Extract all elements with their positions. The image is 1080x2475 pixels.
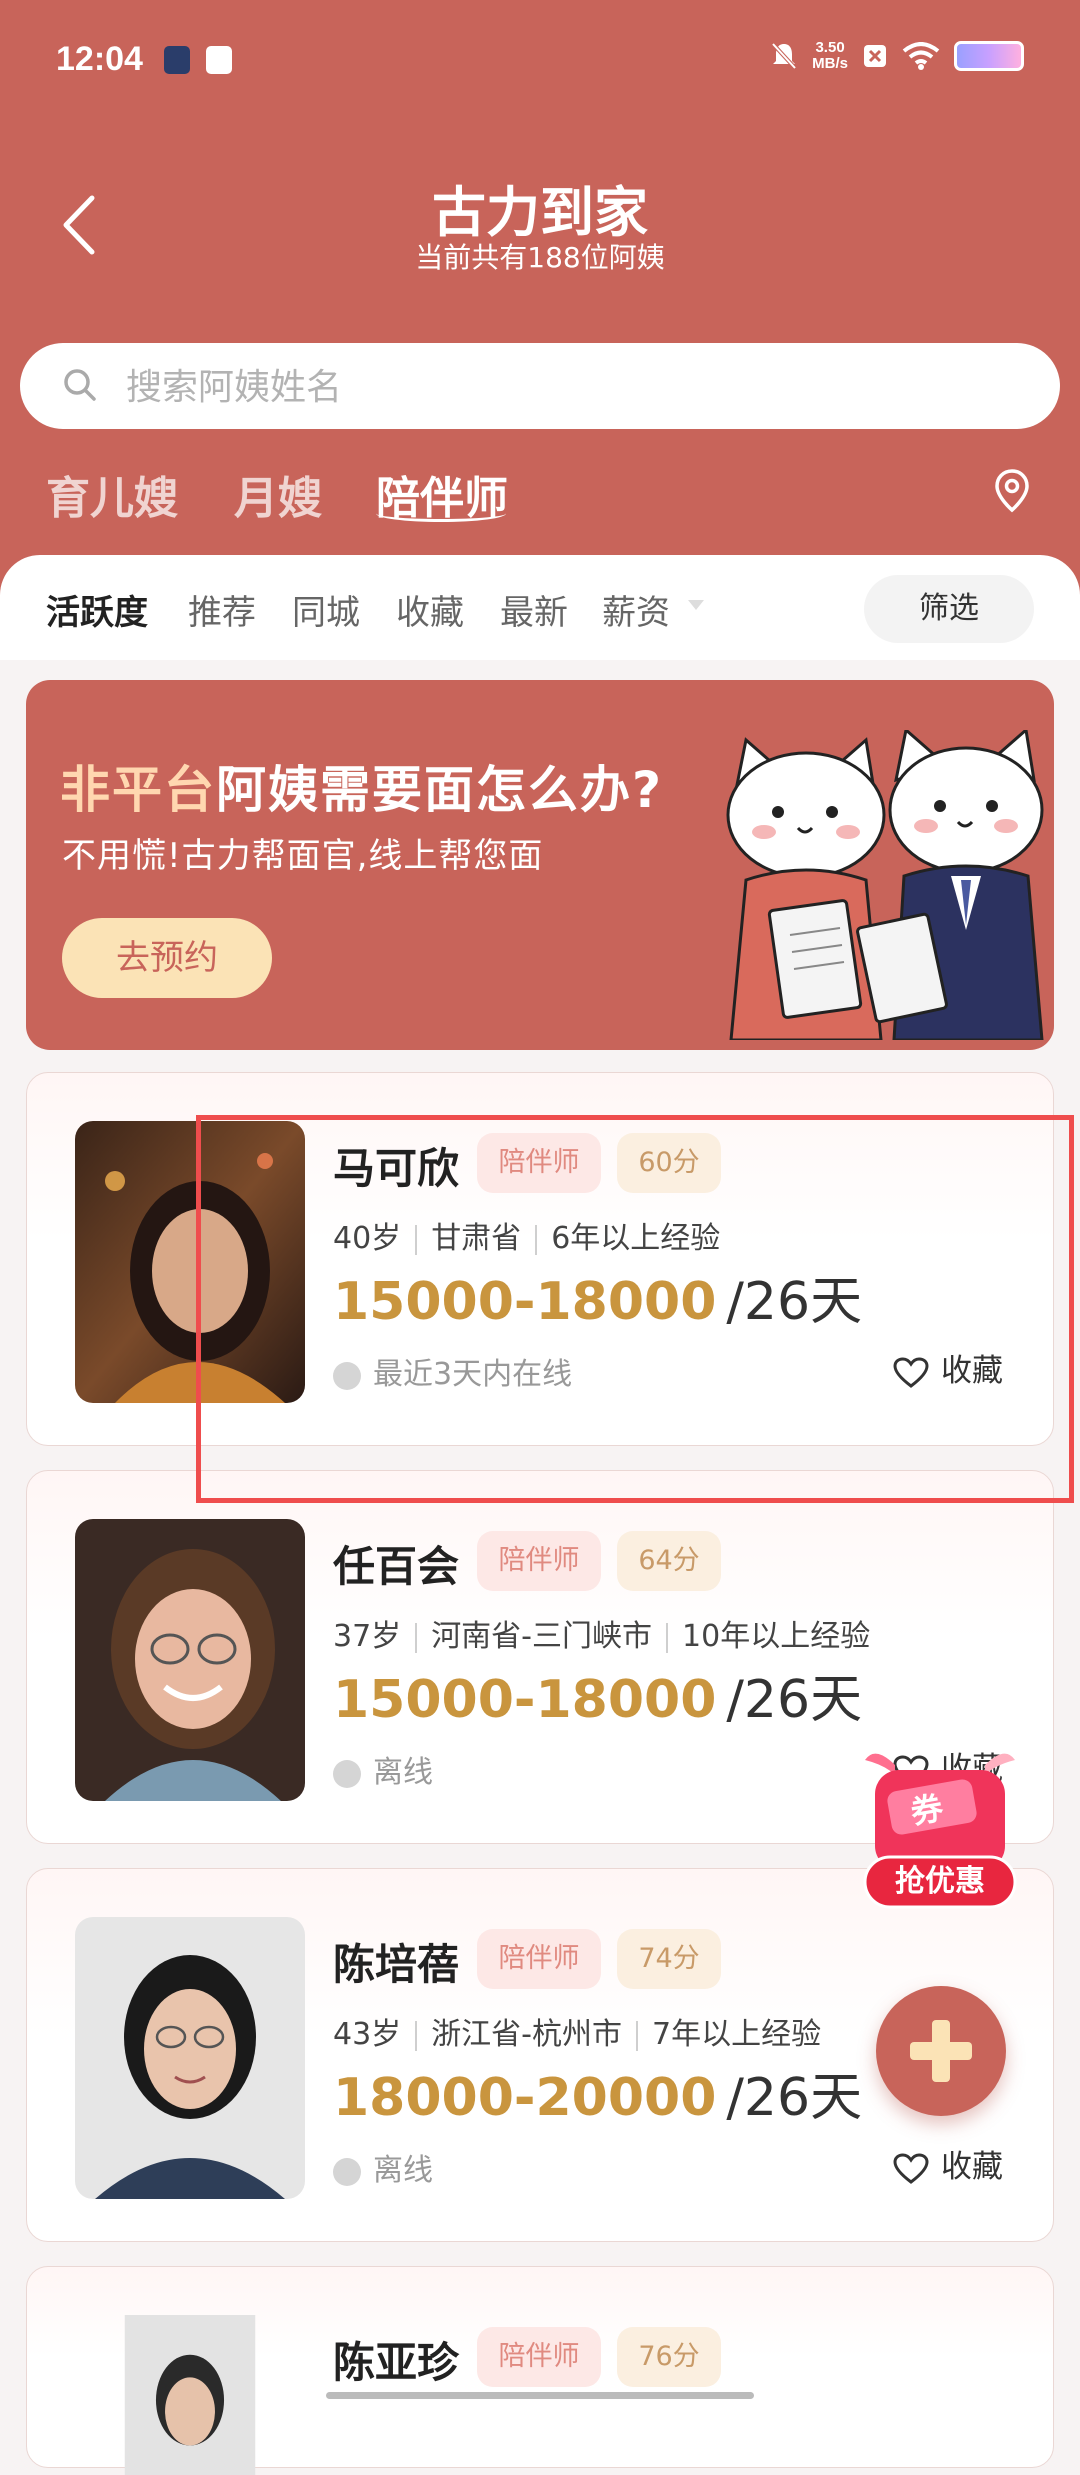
promo-banner[interactable]: 非平台阿姨需要面怎么办? 不用慌!古力帮面官,线上帮您面 去预约 <box>26 680 1054 1050</box>
coupon-label: 抢优惠 <box>895 1864 985 1899</box>
caregiver-photo <box>124 2315 256 2475</box>
status-dot-icon <box>333 1759 361 1788</box>
sort-same-city[interactable]: 同城 <box>292 585 360 634</box>
no-sim-icon <box>864 45 886 67</box>
caregiver-photo <box>75 1917 305 2199</box>
sort-bar: 活跃度 推荐 同城 收藏 最新 薪资 筛选 <box>0 555 1080 660</box>
battery-icon <box>954 41 1024 71</box>
sort-salary[interactable]: 薪资 <box>602 585 670 634</box>
highlight-box <box>196 1115 1074 1503</box>
wifi-icon <box>902 42 940 70</box>
page-subtitle: 当前共有188位阿姨 <box>415 241 665 274</box>
salary-range: 18000-20000 <box>333 2068 717 2128</box>
caregiver-card[interactable]: 陈亚珍 陪伴师 76分 <box>26 2266 1054 2475</box>
score-tag: 74分 <box>617 1929 721 1989</box>
banner-title-highlight: 非平台 <box>60 761 216 819</box>
salary-range: 15000-18000 <box>333 1670 717 1730</box>
score-tag: 64分 <box>617 1531 721 1591</box>
score-tag: 76分 <box>617 2327 721 2387</box>
online-status: 离线 <box>333 2145 433 2189</box>
status-dot-icon <box>333 2157 361 2186</box>
heart-icon <box>893 2152 929 2184</box>
coupon-floating-button[interactable]: 券 抢优惠 <box>855 1745 1025 1915</box>
caregiver-location: 河南省-三门峡市 <box>431 1619 653 1654</box>
sort-dropdown-caret-icon[interactable] <box>688 600 704 610</box>
banner-subtitle: 不用慌!古力帮面官,线上帮您面 <box>62 836 544 876</box>
online-status-text: 离线 <box>373 1755 433 1790</box>
status-time: 12:04 <box>56 40 143 78</box>
divider <box>636 2020 639 2051</box>
caregiver-info: 37岁 河南省-三门峡市 10年以上经验 <box>333 1611 870 1655</box>
search-icon <box>64 369 96 401</box>
divider <box>415 2020 418 2051</box>
network-speed-value: 3.50 <box>815 39 845 56</box>
favorite-label: 收藏 <box>941 2149 1003 2185</box>
app-notification-icon <box>164 46 190 74</box>
add-floating-button[interactable] <box>876 1986 1006 2116</box>
salary: 15000-18000/26天 <box>333 1657 862 1732</box>
divider <box>666 1622 669 1653</box>
caregiver-name: 任百会 <box>333 1542 460 1591</box>
search-bar[interactable] <box>20 343 1060 429</box>
filter-button[interactable]: 筛选 <box>864 575 1034 643</box>
plus-icon <box>910 2020 972 2082</box>
online-status: 离线 <box>333 1747 433 1791</box>
salary: 18000-20000/26天 <box>333 2055 862 2130</box>
network-speed-unit: MB/s <box>812 55 848 72</box>
home-indicator[interactable] <box>326 2392 754 2399</box>
caregiver-experience: 7年以上经验 <box>652 2017 822 2052</box>
caregiver-experience: 10年以上经验 <box>682 1619 871 1654</box>
banner-title: 非平台阿姨需要面怎么办? <box>60 750 663 822</box>
cat-mascots-illustration <box>726 730 1044 1040</box>
caregiver-name: 陈培蓓 <box>333 1940 460 1989</box>
caregiver-name: 陈亚珍 <box>333 2338 460 2387</box>
mute-bell-icon <box>771 42 797 70</box>
calendar-notification-icon <box>206 46 232 74</box>
caregiver-info: 43岁 浙江省-杭州市 7年以上经验 <box>333 2009 821 2053</box>
favorite-button[interactable]: 收藏 <box>893 2141 1003 2186</box>
sort-favorites[interactable]: 收藏 <box>396 585 464 634</box>
tab-maternity-nurse[interactable]: 月嫂 <box>234 462 322 526</box>
caregiver-location: 浙江省-杭州市 <box>431 2017 623 2052</box>
caregiver-age: 37岁 <box>333 1619 402 1654</box>
tab-nanny[interactable]: 育儿嫂 <box>46 462 178 526</box>
active-tab-indicator <box>376 505 506 522</box>
caregiver-photo <box>75 1519 305 1801</box>
salary-period: /26天 <box>726 2068 863 2128</box>
status-bar: 12:04 3.50 MB/s <box>0 0 1080 120</box>
role-tag: 陪伴师 <box>477 1531 601 1591</box>
network-speed: 3.50 MB/s <box>812 40 848 72</box>
caregiver-age: 43岁 <box>333 2017 402 2052</box>
sort-activity[interactable]: 活跃度 <box>46 585 148 634</box>
sort-newest[interactable]: 最新 <box>500 585 568 634</box>
divider <box>415 1622 418 1653</box>
location-pin-icon[interactable] <box>994 468 1030 514</box>
sort-recommended[interactable]: 推荐 <box>188 585 256 634</box>
banner-title-rest: 阿姨需要面怎么办? <box>216 761 664 819</box>
role-tag: 陪伴师 <box>477 2327 601 2387</box>
role-tag: 陪伴师 <box>477 1929 601 1989</box>
search-input[interactable] <box>124 359 1008 415</box>
book-appointment-button[interactable]: 去预约 <box>62 918 272 998</box>
salary-period: /26天 <box>726 1670 863 1730</box>
online-status-text: 离线 <box>373 2153 433 2188</box>
